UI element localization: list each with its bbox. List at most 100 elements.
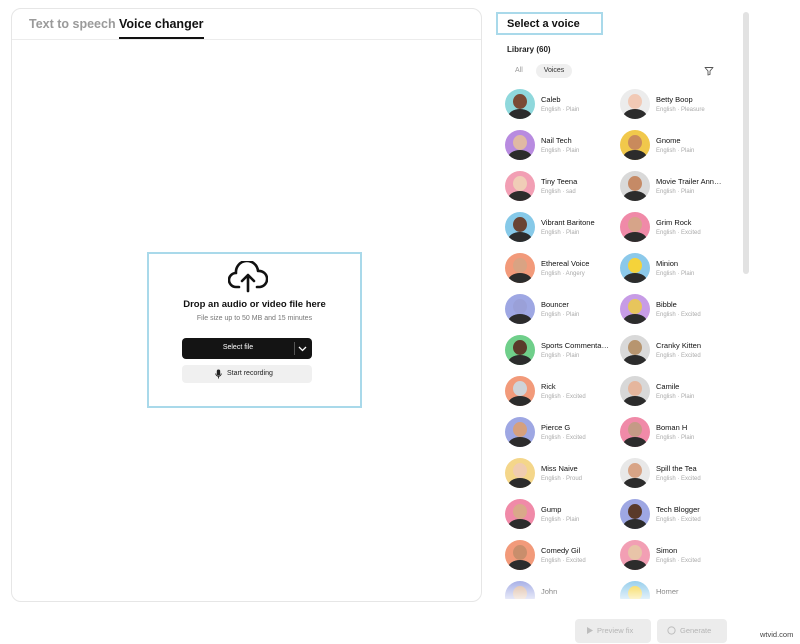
tab-text-to-speech[interactable]: Text to speech	[29, 17, 116, 31]
dropzone-title: Drop an audio or video file here	[183, 299, 326, 310]
file-dropzone[interactable]: Drop an audio or video file here File si…	[147, 252, 362, 408]
voice-item[interactable]: Ethereal Voice English · Angery	[505, 251, 620, 287]
voice-meta: English · Plain	[541, 312, 580, 318]
avatar-body	[623, 273, 647, 283]
voice-meta: English · Excited	[656, 558, 701, 564]
avatar-body	[623, 437, 647, 447]
voice-meta: English · Plain	[656, 271, 695, 277]
voice-item[interactable]: Rick English · Excited	[505, 374, 620, 410]
tab-voice-changer[interactable]: Voice changer	[119, 17, 204, 39]
avatar-body	[508, 314, 532, 324]
voice-item[interactable]: Simon English · Excited	[620, 538, 735, 574]
voice-name: Bouncer	[541, 300, 569, 309]
avatar-head	[628, 381, 642, 396]
avatar-head	[628, 217, 642, 232]
voice-avatar	[505, 335, 535, 365]
voice-item[interactable]: Homer	[620, 579, 735, 599]
voice-item[interactable]: Bouncer English · Plain	[505, 292, 620, 328]
voice-item[interactable]: Grim Rock English · Excited	[620, 210, 735, 246]
voice-name: Comedy Gil	[541, 546, 581, 555]
filter-all[interactable]: All	[515, 67, 523, 74]
avatar-head	[513, 463, 527, 478]
voice-name: Pierce G	[541, 423, 571, 432]
voice-meta: English · Pleasure	[656, 107, 705, 113]
voice-meta: English · Plain	[541, 107, 580, 113]
voice-name: Minion	[656, 259, 679, 268]
voice-item[interactable]: Minion English · Plain	[620, 251, 735, 287]
tab-bar: Text to speech Voice changer	[12, 9, 481, 40]
chevron-down-icon[interactable]	[298, 345, 307, 352]
avatar-body	[508, 437, 532, 447]
voice-item[interactable]: Caleb English · Plain	[505, 87, 620, 123]
voice-avatar	[620, 89, 650, 119]
avatar-head	[628, 135, 642, 150]
voice-meta: English · sad	[541, 189, 576, 195]
voice-item[interactable]: Gnome English · Plain	[620, 128, 735, 164]
select-file-button[interactable]: Select file	[182, 338, 312, 359]
voice-meta: English · Plain	[656, 148, 695, 154]
voice-meta: English · Plain	[656, 394, 695, 400]
voice-item[interactable]: Tiny Teena English · sad	[505, 169, 620, 205]
start-recording-button[interactable]: Start recording	[182, 365, 312, 383]
avatar-body	[623, 109, 647, 119]
voice-avatar	[620, 417, 650, 447]
voice-name: Homer	[656, 587, 679, 596]
voice-item[interactable]: John	[505, 579, 620, 599]
voice-avatar	[505, 376, 535, 406]
voice-avatar	[620, 540, 650, 570]
filter-voices[interactable]: Voices	[536, 64, 572, 78]
voice-name: Nail Tech	[541, 136, 572, 145]
preview-fix-button[interactable]: Preview fix	[575, 619, 651, 643]
voice-item[interactable]: Pierce G English · Excited	[505, 415, 620, 451]
voice-avatar	[505, 417, 535, 447]
voice-name: Spill the Tea	[656, 464, 697, 473]
voice-item[interactable]: Movie Trailer Ann… English · Plain	[620, 169, 735, 205]
avatar-head	[628, 340, 642, 355]
avatar-head	[628, 463, 642, 478]
cloud-upload-icon	[228, 261, 268, 293]
voice-meta: English · Plain	[541, 517, 580, 523]
avatar-head	[513, 422, 527, 437]
voice-item[interactable]: Vibrant Baritone English · Plain	[505, 210, 620, 246]
avatar-body	[508, 355, 532, 365]
dropzone-subtitle: File size up to 50 MB and 15 minutes	[196, 315, 313, 322]
filter-icon[interactable]	[704, 66, 714, 76]
voice-item[interactable]: Tech Blogger English · Excited	[620, 497, 735, 533]
avatar-head	[513, 299, 527, 314]
voice-name: Sports Commenta…	[541, 341, 609, 350]
voice-item[interactable]: Cranky Kitten English · Excited	[620, 333, 735, 369]
avatar-head	[513, 381, 527, 396]
voice-name: Rick	[541, 382, 556, 391]
avatar-body	[508, 519, 532, 529]
voice-item[interactable]: Camile English · Plain	[620, 374, 735, 410]
avatar-body	[623, 150, 647, 160]
voice-avatar	[620, 212, 650, 242]
avatar-head	[628, 258, 642, 273]
voice-item[interactable]: Comedy Gil English · Excited	[505, 538, 620, 574]
voice-avatar	[505, 89, 535, 119]
voice-avatar	[620, 253, 650, 283]
avatar-head	[628, 586, 642, 599]
voice-avatar	[620, 130, 650, 160]
voice-name: Miss Naive	[541, 464, 578, 473]
voice-name: Cranky Kitten	[656, 341, 702, 350]
voice-meta: English · Angery	[541, 271, 585, 277]
avatar-body	[623, 396, 647, 406]
voice-name: Bibble	[656, 300, 677, 309]
voice-item[interactable]: Nail Tech English · Plain	[505, 128, 620, 164]
voice-list-scrollbar[interactable]	[743, 12, 749, 274]
voice-item[interactable]: Betty Boop English · Pleasure	[620, 87, 735, 123]
voice-item[interactable]: Gump English · Plain	[505, 497, 620, 533]
voice-avatar	[505, 294, 535, 324]
voice-item[interactable]: Sports Commenta… English · Plain	[505, 333, 620, 369]
generate-button[interactable]: Generate	[657, 619, 727, 643]
voice-item[interactable]: Spill the Tea English · Excited	[620, 456, 735, 492]
voice-item[interactable]: Miss Naive English · Proud	[505, 456, 620, 492]
avatar-head	[513, 545, 527, 560]
voice-item[interactable]: Boman H English · Plain	[620, 415, 735, 451]
avatar-body	[623, 314, 647, 324]
avatar-body	[508, 478, 532, 488]
start-recording-label: Start recording	[227, 370, 273, 377]
voice-avatar	[505, 581, 535, 599]
voice-item[interactable]: Bibble English · Excited	[620, 292, 735, 328]
